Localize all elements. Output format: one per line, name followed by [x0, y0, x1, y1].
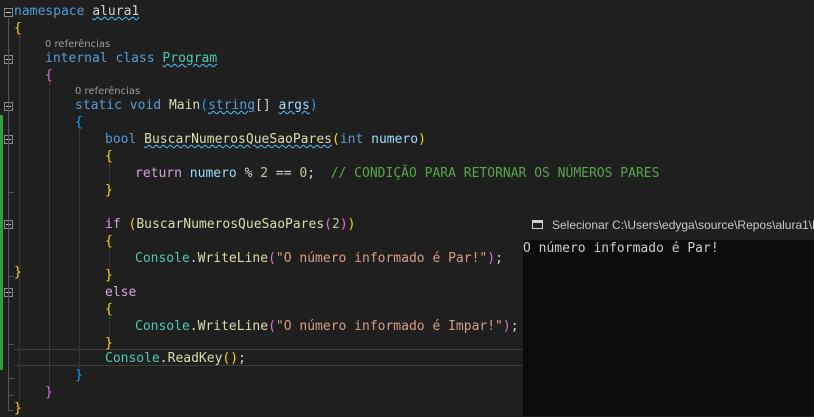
keyword-internal: internal [45, 51, 108, 66]
paren: ) [347, 217, 356, 232]
brace: } [45, 385, 53, 400]
paren: ) [230, 351, 239, 366]
code-line[interactable]: else [105, 284, 136, 301]
code-line[interactable]: Console.WriteLine("O número informado é … [135, 250, 503, 267]
brace: { [14, 21, 22, 36]
code-line[interactable]: } [105, 182, 113, 199]
paren: ( [331, 132, 340, 147]
keyword-return: return [135, 166, 182, 181]
brace: { [105, 302, 113, 317]
indent-guide [79, 130, 80, 372]
parameter-name: numero [371, 132, 419, 147]
method-call: ReadKey [167, 351, 223, 366]
brace: { [75, 115, 83, 130]
code-line[interactable]: } [45, 384, 53, 401]
console-title: Selecionar C:\Users\edyga\source\Repos\a… [552, 218, 814, 232]
indent-guide [49, 83, 50, 389]
code-line[interactable]: namespace alura1 [14, 3, 139, 20]
paren: ) [502, 319, 511, 334]
keyword-class: class [115, 51, 155, 66]
code-line[interactable]: if (BuscarNumerosQueSaoPares(2)) [105, 216, 355, 233]
brace: { [105, 234, 113, 249]
code-line[interactable]: { [105, 301, 113, 318]
number-literal: 0 [299, 166, 308, 181]
fold-region-end [8, 395, 14, 396]
type-name: int [339, 132, 364, 147]
code-line[interactable]: static void Main(string[] args) [75, 97, 318, 114]
code-line[interactable]: internal class Program [45, 50, 217, 67]
console-window-icon [532, 220, 543, 229]
fold-region-line [8, 18, 9, 410]
paren: ( [268, 319, 276, 334]
code-line[interactable]: { [14, 20, 22, 37]
paren: ) [418, 132, 426, 147]
string-literal: "O número informado é Impar!" [275, 319, 503, 334]
type-name: bool [105, 132, 137, 147]
variable-name: numero [189, 166, 237, 181]
brace: } [14, 401, 22, 416]
code-line[interactable]: } [105, 267, 113, 284]
code-line[interactable]: } [75, 367, 83, 384]
codelens-references[interactable]: 0 referências [45, 39, 110, 50]
type-name: string [208, 98, 256, 113]
paren: ) [339, 217, 348, 232]
method-call: WriteLine [197, 251, 269, 266]
brace: { [105, 149, 113, 164]
class-name: Console [135, 251, 190, 266]
code-line[interactable]: { [45, 67, 53, 84]
paren: ( [268, 251, 276, 266]
parameter-name: args [278, 98, 310, 113]
keyword-void: void [129, 98, 162, 113]
number-literal: 2 [331, 217, 340, 232]
fold-region-end [8, 344, 14, 345]
current-line-highlight [14, 349, 523, 366]
code-line[interactable]: bool BuscarNumerosQueSaoPares(int numero… [105, 131, 426, 148]
keyword-namespace: namespace [14, 4, 85, 19]
keyword-if: if [105, 217, 121, 232]
fold-region-end [8, 192, 14, 193]
paren: ( [200, 98, 209, 113]
brace: } [105, 183, 113, 198]
array-brackets: [] [255, 98, 271, 113]
string-literal: "O número informado é Par!" [275, 251, 488, 266]
brace: } [75, 368, 83, 383]
code-line[interactable]: Console.WriteLine("O número informado é … [135, 318, 519, 335]
method-call: WriteLine [197, 319, 269, 334]
function-call: BuscarNumerosQueSaoPares [136, 217, 325, 232]
codelens-references[interactable]: 0 referências [75, 86, 140, 97]
brace: } [105, 268, 113, 283]
keyword-else: else [105, 285, 137, 300]
brace: } [14, 265, 22, 280]
code-line[interactable]: { [75, 114, 83, 131]
console-output[interactable]: O número informado é Par! [523, 241, 719, 257]
operator: % [236, 166, 261, 181]
code-comment: // CONDIÇÃO PARA RETORNAR OS NÚMEROS PAR… [330, 166, 660, 181]
method-name: Main [168, 98, 201, 113]
fold-region-end [8, 378, 14, 379]
namespace-name: alura1 [92, 4, 140, 19]
code-line[interactable]: Console.ReadKey(); [105, 350, 246, 367]
class-name: Program [162, 51, 218, 66]
console-title-bar[interactable]: Selecionar C:\Users\edyga\source\Repos\a… [523, 210, 814, 240]
paren: ( [324, 217, 332, 232]
brace: { [45, 68, 53, 83]
function-name: BuscarNumerosQueSaoPares [144, 132, 332, 147]
number-literal: 2 [260, 166, 269, 181]
change-tracking-bar [0, 115, 3, 370]
code-line[interactable]: } [14, 400, 22, 417]
code-line[interactable]: } [14, 264, 22, 281]
paren: ) [309, 98, 318, 113]
fold-namespace-icon[interactable] [4, 8, 13, 17]
code-line[interactable]: { [105, 233, 113, 250]
code-line[interactable]: return numero % 2 == 0; // CONDIÇÃO PARA… [135, 165, 659, 182]
class-name: Console [105, 351, 160, 366]
code-line[interactable]: { [105, 148, 113, 165]
operator: == [268, 166, 300, 181]
console-window[interactable]: Selecionar C:\Users\edyga\source\Repos\a… [523, 210, 814, 416]
keyword-static: static [75, 98, 122, 113]
brace: } [105, 336, 113, 351]
class-name: Console [135, 319, 190, 334]
paren: ) [487, 251, 496, 266]
